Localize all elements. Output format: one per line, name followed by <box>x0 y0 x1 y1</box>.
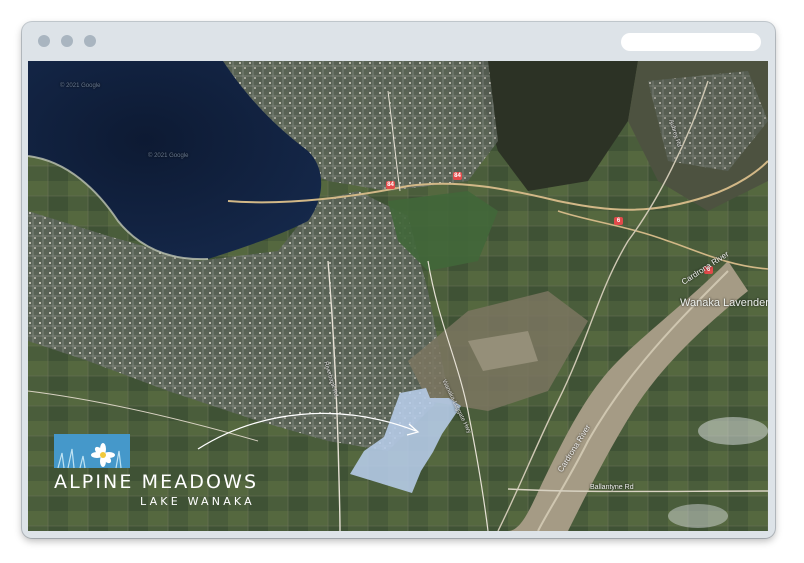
brand-block: ALPINE MEADOWS LAKE WANAKA <box>54 434 258 508</box>
browser-titlebar <box>22 22 775 60</box>
highway-shield: 6 <box>614 217 623 225</box>
address-bar[interactable] <box>621 33 761 51</box>
window-control-dot[interactable] <box>38 35 50 47</box>
highway-shield: 84 <box>386 181 395 189</box>
browser-window: 84 84 6 6 Wanaka Lavender Farm Ballantyn… <box>22 22 775 538</box>
brand-title: ALPINE MEADOWS <box>54 471 259 493</box>
logo-spacer <box>54 434 130 468</box>
brand-subtitle: LAKE WANAKA <box>140 495 255 508</box>
map-label-lavender-farm: Wanaka Lavender Farm <box>680 297 768 309</box>
map-watermark: © 2021 Google <box>148 153 189 159</box>
window-control-dot[interactable] <box>61 35 73 47</box>
window-control-dot[interactable] <box>84 35 96 47</box>
map-label-ballantyne-rd: Ballantyne Rd <box>590 484 634 491</box>
highway-shield: 84 <box>453 172 462 180</box>
satellite-map[interactable]: 84 84 6 6 Wanaka Lavender Farm Ballantyn… <box>28 61 768 531</box>
map-watermark: © 2021 Google <box>60 83 101 89</box>
